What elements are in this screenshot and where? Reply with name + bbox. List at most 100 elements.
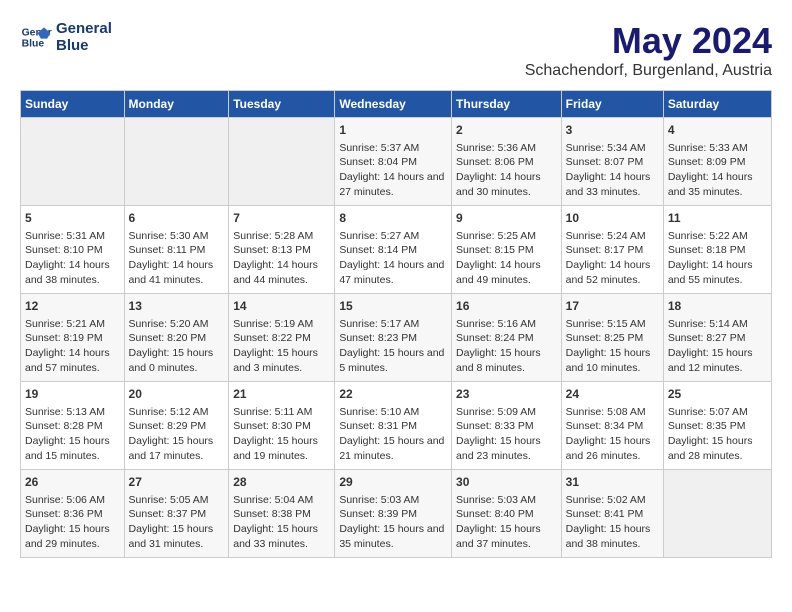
calendar-cell: 11Sunrise: 5:22 AMSunset: 8:18 PMDayligh… xyxy=(663,206,771,294)
sunset-text: Sunset: 8:31 PM xyxy=(339,420,417,432)
calendar-cell: 31Sunrise: 5:02 AMSunset: 8:41 PMDayligh… xyxy=(561,470,663,558)
calendar-cell: 30Sunrise: 5:03 AMSunset: 8:40 PMDayligh… xyxy=(452,470,562,558)
day-number: 22 xyxy=(339,386,447,403)
sunset-text: Sunset: 8:25 PM xyxy=(566,332,644,344)
sunrise-text: Sunrise: 5:14 AM xyxy=(668,318,748,330)
header-thursday: Thursday xyxy=(452,91,562,118)
calendar-week-row: 12Sunrise: 5:21 AMSunset: 8:19 PMDayligh… xyxy=(21,294,772,382)
day-number: 1 xyxy=(339,122,447,139)
sunrise-text: Sunrise: 5:28 AM xyxy=(233,230,313,242)
sunset-text: Sunset: 8:37 PM xyxy=(129,508,207,520)
sunset-text: Sunset: 8:14 PM xyxy=(339,244,417,256)
day-number: 11 xyxy=(668,210,767,227)
sunrise-text: Sunrise: 5:11 AM xyxy=(233,406,312,418)
calendar-cell: 24Sunrise: 5:08 AMSunset: 8:34 PMDayligh… xyxy=(561,382,663,470)
calendar-cell: 2Sunrise: 5:36 AMSunset: 8:06 PMDaylight… xyxy=(452,118,562,206)
sunset-text: Sunset: 8:38 PM xyxy=(233,508,311,520)
daylight-text: Daylight: 15 hours and 15 minutes. xyxy=(25,435,110,462)
header-sunday: Sunday xyxy=(21,91,125,118)
calendar-cell: 8Sunrise: 5:27 AMSunset: 8:14 PMDaylight… xyxy=(335,206,452,294)
daylight-text: Daylight: 15 hours and 26 minutes. xyxy=(566,435,651,462)
month-title: May 2024 xyxy=(525,20,772,62)
calendar-cell: 14Sunrise: 5:19 AMSunset: 8:22 PMDayligh… xyxy=(229,294,335,382)
day-number: 29 xyxy=(339,474,447,491)
daylight-text: Daylight: 15 hours and 8 minutes. xyxy=(456,347,541,374)
sunrise-text: Sunrise: 5:10 AM xyxy=(339,406,419,418)
daylight-text: Daylight: 14 hours and 33 minutes. xyxy=(566,171,651,198)
sunset-text: Sunset: 8:23 PM xyxy=(339,332,417,344)
day-number: 13 xyxy=(129,298,225,315)
sunrise-text: Sunrise: 5:36 AM xyxy=(456,142,536,154)
calendar-cell: 21Sunrise: 5:11 AMSunset: 8:30 PMDayligh… xyxy=(229,382,335,470)
sunset-text: Sunset: 8:07 PM xyxy=(566,156,644,168)
day-number: 19 xyxy=(25,386,120,403)
sunset-text: Sunset: 8:15 PM xyxy=(456,244,534,256)
logo: General Blue General Blue xyxy=(20,20,112,54)
daylight-text: Daylight: 15 hours and 38 minutes. xyxy=(566,523,651,550)
header-saturday: Saturday xyxy=(663,91,771,118)
sunrise-text: Sunrise: 5:16 AM xyxy=(456,318,536,330)
calendar-week-row: 5 Sunrise: 5:31 AM Sunset: 8:10 PM Daylight… xyxy=(21,206,772,294)
calendar-cell xyxy=(21,118,125,206)
sunrise-text: Sunrise: 5:02 AM xyxy=(566,494,646,506)
sunrise-text: Sunrise: 5:03 AM xyxy=(456,494,536,506)
sunset-text: Sunset: 8:11 PM xyxy=(129,244,206,256)
day-number: 7 xyxy=(233,210,330,227)
daylight-text: Daylight: 14 hours and 44 minutes. xyxy=(233,259,318,286)
sunrise-text: Sunrise: 5:13 AM xyxy=(25,406,105,418)
sunset-text: Sunset: 8:29 PM xyxy=(129,420,207,432)
daylight-text: Daylight: 14 hours and 41 minutes. xyxy=(129,259,214,286)
sunrise-text: Sunrise: 5:24 AM xyxy=(566,230,646,242)
sunset-text: Sunset: 8:33 PM xyxy=(456,420,534,432)
sunrise-text: Sunrise: 5:31 AM xyxy=(25,230,105,242)
calendar-cell: 22Sunrise: 5:10 AMSunset: 8:31 PMDayligh… xyxy=(335,382,452,470)
calendar-cell: 1Sunrise: 5:37 AMSunset: 8:04 PMDaylight… xyxy=(335,118,452,206)
day-number: 9 xyxy=(456,210,557,227)
daylight-text: Daylight: 15 hours and 19 minutes. xyxy=(233,435,318,462)
sunset-text: Sunset: 8:04 PM xyxy=(339,156,417,168)
sunset-text: Sunset: 8:36 PM xyxy=(25,508,103,520)
calendar-cell: 6 Sunrise: 5:30 AM Sunset: 8:11 PM Daylight… xyxy=(124,206,229,294)
day-number: 25 xyxy=(668,386,767,403)
day-number: 10 xyxy=(566,210,659,227)
sunset-text: Sunset: 8:10 PM xyxy=(25,244,103,256)
calendar-cell: 20Sunrise: 5:12 AMSunset: 8:29 PMDayligh… xyxy=(124,382,229,470)
calendar-cell: 25Sunrise: 5:07 AMSunset: 8:35 PMDayligh… xyxy=(663,382,771,470)
daylight-text: Daylight: 14 hours and 55 minutes. xyxy=(668,259,753,286)
daylight-text: Daylight: 15 hours and 33 minutes. xyxy=(233,523,318,550)
day-number: 14 xyxy=(233,298,330,315)
day-number: 18 xyxy=(668,298,767,315)
calendar-cell: 3Sunrise: 5:34 AMSunset: 8:07 PMDaylight… xyxy=(561,118,663,206)
sunrise-text: Sunrise: 5:22 AM xyxy=(668,230,748,242)
daylight-text: Daylight: 14 hours and 30 minutes. xyxy=(456,171,541,198)
header-friday: Friday xyxy=(561,91,663,118)
day-number: 5 xyxy=(25,210,120,227)
sunrise-text: Sunrise: 5:12 AM xyxy=(129,406,209,418)
calendar-week-row: 26Sunrise: 5:06 AMSunset: 8:36 PMDayligh… xyxy=(21,470,772,558)
sunrise-text: Sunrise: 5:30 AM xyxy=(129,230,209,242)
day-number: 3 xyxy=(566,122,659,139)
sunset-text: Sunset: 8:24 PM xyxy=(456,332,534,344)
calendar-cell: 12Sunrise: 5:21 AMSunset: 8:19 PMDayligh… xyxy=(21,294,125,382)
day-number: 8 xyxy=(339,210,447,227)
sunset-text: Sunset: 8:35 PM xyxy=(668,420,746,432)
logo-text-line2: Blue xyxy=(56,37,112,54)
daylight-text: Daylight: 14 hours and 49 minutes. xyxy=(456,259,541,286)
sunset-text: Sunset: 8:28 PM xyxy=(25,420,103,432)
day-number: 6 xyxy=(129,210,225,227)
sunset-text: Sunset: 8:19 PM xyxy=(25,332,103,344)
sunrise-text: Sunrise: 5:07 AM xyxy=(668,406,748,418)
sunset-text: Sunset: 8:34 PM xyxy=(566,420,644,432)
logo-icon: General Blue xyxy=(20,21,52,53)
day-number: 4 xyxy=(668,122,767,139)
calendar-cell: 10Sunrise: 5:24 AMSunset: 8:17 PMDayligh… xyxy=(561,206,663,294)
calendar-cell xyxy=(663,470,771,558)
sunset-text: Sunset: 8:06 PM xyxy=(456,156,534,168)
daylight-text: Daylight: 14 hours and 35 minutes. xyxy=(668,171,753,198)
calendar-cell xyxy=(229,118,335,206)
sunrise-text: Sunrise: 5:20 AM xyxy=(129,318,209,330)
calendar-cell: 16Sunrise: 5:16 AMSunset: 8:24 PMDayligh… xyxy=(452,294,562,382)
sunset-text: Sunset: 8:22 PM xyxy=(233,332,311,344)
calendar-cell: 28Sunrise: 5:04 AMSunset: 8:38 PMDayligh… xyxy=(229,470,335,558)
sunset-text: Sunset: 8:20 PM xyxy=(129,332,207,344)
